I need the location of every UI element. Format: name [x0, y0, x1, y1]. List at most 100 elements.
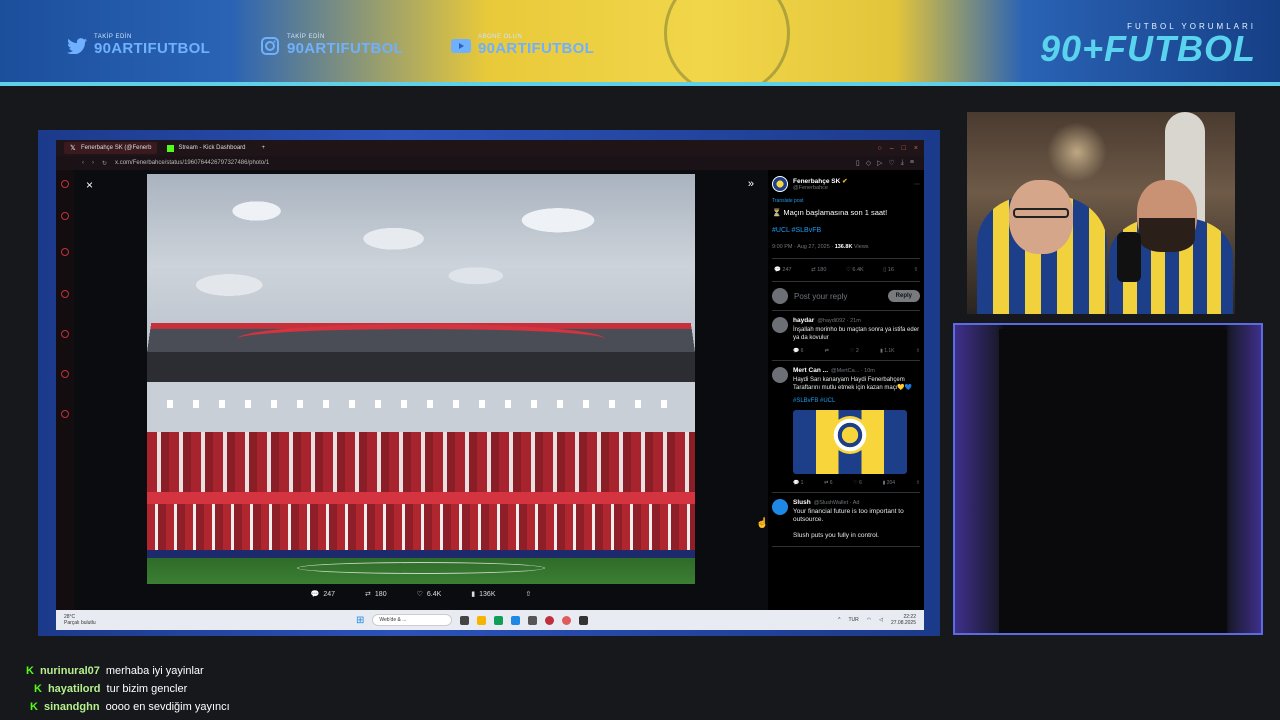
volume-icon[interactable]: ◁: [879, 617, 883, 623]
opera-gx-icon[interactable]: [562, 615, 572, 625]
ad-item[interactable]: Slush @SlushWallet · Ad Your financial f…: [772, 493, 920, 547]
opera-icon[interactable]: [545, 615, 555, 625]
reply-hashtags[interactable]: #SLBvFB #UCL: [793, 398, 920, 404]
tab-fenerbahce[interactable]: 𝕏 Fenerbahçe SK (@Fenerb: [64, 142, 158, 154]
share-icon[interactable]: ⇧: [916, 348, 920, 354]
replies-metric[interactable]: 💬 247: [311, 590, 336, 599]
sidebar-music-icon[interactable]: [61, 248, 69, 256]
ad-author[interactable]: Slush: [793, 499, 811, 506]
avatar[interactable]: [772, 317, 788, 333]
replies-count: 247: [323, 590, 336, 598]
bookmark-action[interactable]: ▯ 16: [883, 267, 894, 273]
search-icon[interactable]: ○: [878, 145, 882, 152]
weather-widget[interactable]: 28°C Parçalı bulutlu: [64, 614, 124, 626]
retweet-action[interactable]: ⇄: [825, 348, 829, 354]
task-view-icon[interactable]: [460, 615, 470, 625]
minimize-icon[interactable]: –: [890, 145, 894, 152]
menu-icon[interactable]: ≡: [910, 159, 914, 167]
url-field[interactable]: x.com/Fenerbahce/status/1960764426797327…: [115, 160, 269, 166]
reply-input[interactable]: Post your reply: [794, 292, 882, 301]
retweet-action[interactable]: ⇄ 180: [811, 267, 826, 273]
more-icon[interactable]: ⋯: [914, 181, 920, 188]
download-icon[interactable]: ⤓: [901, 159, 904, 167]
share-metric[interactable]: ⇧: [526, 590, 532, 598]
reply-item[interactable]: Mert Can ... @MertCa... · 10m Haydi Sarı…: [772, 361, 920, 493]
retweet-action[interactable]: ⇄ 6: [824, 480, 832, 486]
reply-action[interactable]: 💬 6: [793, 348, 803, 354]
file-explorer-icon[interactable]: [477, 615, 487, 625]
clock[interactable]: 22:22 27.08.2025: [891, 614, 916, 626]
reply-item[interactable]: haydar @haydi092 · 21m İnşallah morinho …: [772, 311, 920, 361]
tweet-author-handle[interactable]: @Fenerbahce: [793, 185, 848, 191]
reply-author[interactable]: haydar: [793, 317, 814, 324]
edge-icon[interactable]: [494, 615, 504, 625]
sidebar-history-icon[interactable]: [61, 180, 69, 188]
close-icon[interactable]: ×: [86, 178, 93, 192]
views-metric[interactable]: ▮ 136K: [471, 590, 495, 599]
likes-metric[interactable]: ♡ 6.4K: [417, 590, 442, 599]
new-tab-button[interactable]: +: [256, 142, 272, 154]
overlay-panel-content: [999, 329, 1227, 633]
reply-action[interactable]: 💬 1: [793, 480, 803, 486]
views-action[interactable]: ▮ 204: [883, 480, 895, 486]
reply-author[interactable]: Mert Can ...: [793, 367, 828, 374]
fenerbahce-flag-image[interactable]: [793, 410, 907, 474]
avatar[interactable]: [772, 499, 788, 515]
close-window-icon[interactable]: ×: [914, 145, 918, 152]
share-icon[interactable]: ⇧: [916, 480, 920, 486]
forward-icon[interactable]: ›: [92, 160, 94, 166]
stadium-arch: [237, 324, 605, 354]
play-icon[interactable]: ▷: [877, 159, 882, 167]
like-action[interactable]: ♡ 2: [850, 348, 859, 354]
tweet-author-name[interactable]: Fenerbahçe SK ✔: [793, 177, 848, 185]
stand-band: [147, 492, 695, 504]
chat-username[interactable]: sinandghn: [44, 701, 100, 713]
translate-link[interactable]: Translate post: [772, 198, 920, 204]
share-icon: ⇧: [525, 591, 532, 598]
app-icon[interactable]: [579, 615, 589, 625]
taskbar-search[interactable]: Web'de & ...: [372, 614, 453, 626]
share-icon[interactable]: ⇧: [913, 267, 918, 273]
shield-icon[interactable]: ◇: [866, 159, 871, 167]
like-action[interactable]: ♡ 6: [853, 480, 862, 486]
retweet-metric[interactable]: ⇄ 180: [365, 590, 387, 599]
expand-icon[interactable]: »: [748, 178, 754, 190]
back-icon[interactable]: ‹: [82, 160, 84, 166]
kick-badge-icon: K: [34, 683, 42, 695]
clock-date: 27.08.2025: [890, 620, 916, 626]
sidebar-settings-icon[interactable]: [61, 370, 69, 378]
tab-kick-dashboard[interactable]: Stream - Kick Dashboard: [161, 142, 251, 154]
reload-icon[interactable]: ↻: [102, 160, 107, 167]
store-icon[interactable]: [511, 615, 521, 625]
like-action[interactable]: ♡ 6.4K: [846, 267, 864, 273]
tweet-hashtags[interactable]: #UCL #SLBvFB: [772, 227, 920, 234]
chat-username[interactable]: hayatilord: [48, 683, 101, 695]
stadium-photo[interactable]: [147, 174, 695, 584]
language-indicator[interactable]: TUR: [848, 617, 858, 623]
bookmark-icon[interactable]: ▯: [856, 159, 860, 167]
sidebar-x-icon[interactable]: [61, 330, 69, 338]
reply-handle: @haydi092 · 21m: [817, 317, 861, 324]
sidebar-clock-icon[interactable]: [61, 410, 69, 418]
photo-viewer: × » 💬 247 ⇄ 180 ♡ 6.4K ▮ 136K ⇧ ☝: [74, 170, 768, 616]
heart-icon[interactable]: ♡: [889, 159, 895, 167]
club-crest-watermark: [664, 0, 790, 86]
reply-button[interactable]: Reply: [887, 290, 920, 302]
maximize-icon[interactable]: □: [902, 145, 906, 152]
sidebar-wallet-icon[interactable]: [61, 212, 69, 220]
views-action[interactable]: ▮ 1.1K: [880, 348, 894, 354]
chat-username[interactable]: nurinural07: [40, 665, 100, 677]
chat-message: K hayatilord tur bizim gencler: [34, 680, 230, 698]
sidebar-twitch-icon[interactable]: [61, 290, 69, 298]
tray-chevron-icon[interactable]: ^: [838, 617, 840, 623]
windows-start-icon[interactable]: ⊞: [356, 615, 364, 626]
taskbar-apps: ⊞ Web'de & ...: [356, 614, 589, 626]
reply-action[interactable]: 💬 247: [774, 267, 792, 273]
app-icon[interactable]: [528, 615, 538, 625]
wifi-icon[interactable]: ◠: [867, 617, 871, 623]
avatar[interactable]: [772, 367, 788, 383]
social-handle: 90ARTIFUTBOL: [94, 40, 211, 57]
webcam-feed: [967, 112, 1235, 314]
center-circle: [297, 562, 545, 574]
avatar[interactable]: [772, 176, 788, 192]
